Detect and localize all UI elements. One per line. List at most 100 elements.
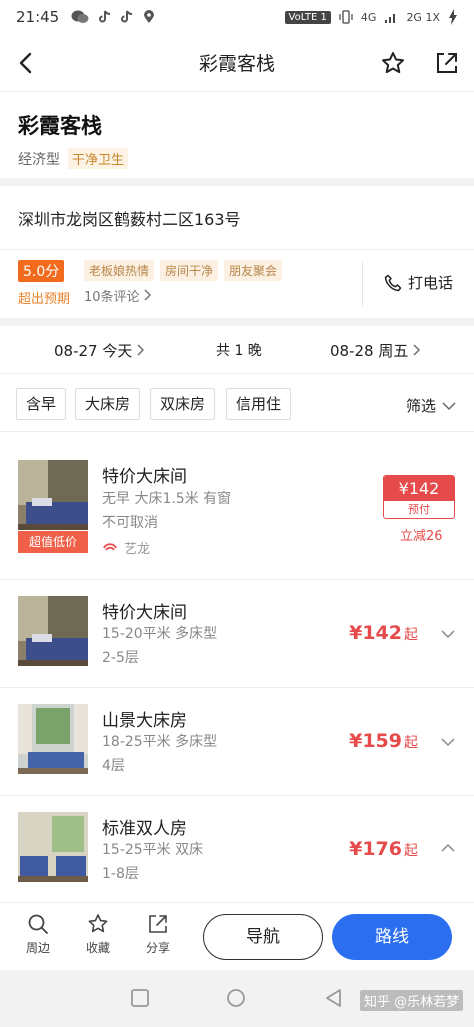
checkout-text: 08-28 周五 xyxy=(330,342,409,360)
book-button[interactable]: ¥142 预付 xyxy=(383,475,455,519)
filter-breakfast[interactable]: 含早 xyxy=(16,388,67,420)
star-icon xyxy=(382,52,404,74)
chevron-up-icon[interactable] xyxy=(440,840,456,856)
favorite-button[interactable] xyxy=(376,46,410,80)
room-thumbnail xyxy=(18,704,88,774)
share-icon xyxy=(149,915,167,933)
back-button[interactable] xyxy=(10,46,44,80)
charging-icon xyxy=(449,9,457,25)
exceed-label: 超出预期 xyxy=(18,292,71,307)
hotel-address[interactable]: 深圳市龙岗区鹤薮村二区163号 xyxy=(0,186,474,250)
navigate-button[interactable]: 导航 xyxy=(203,914,323,960)
book-label: 预付 xyxy=(408,503,430,516)
nights-count: 共 1 晚 xyxy=(216,343,262,359)
tiktok-icon-2 xyxy=(121,10,133,23)
nearby-label: 周边 xyxy=(25,941,50,955)
call-button[interactable]: 打电话 xyxy=(384,272,453,293)
favorite-label: 收藏 xyxy=(85,941,110,955)
room-policy: 不可取消 xyxy=(102,515,158,531)
supplier: 艺龙 xyxy=(102,538,150,557)
watermark: 知乎 @乐林若梦 xyxy=(360,990,464,1011)
status-bar: 21:45 VoLTE 1 4G 2G 1X xyxy=(0,0,474,34)
rating-tag: 老板娘热情 xyxy=(84,260,155,281)
route-button[interactable]: 路线 xyxy=(332,914,452,960)
room-price: ¥142 起 xyxy=(349,622,418,644)
room-price: ¥176 起 xyxy=(349,838,418,860)
price-value: ¥176 xyxy=(349,838,402,860)
filter-dropdown-label: 筛选 xyxy=(405,397,436,415)
room-details: 18-25平米 多床型 xyxy=(102,734,218,750)
location-icon xyxy=(144,10,155,23)
reviews-link[interactable]: 10条评论 xyxy=(84,286,152,305)
room-photo xyxy=(18,596,88,666)
book-price: ¥142 xyxy=(384,476,454,501)
room-item[interactable]: 山景大床房 18-25平米 多床型 4层 ¥159 起 xyxy=(0,688,474,796)
chevron-down-icon xyxy=(442,401,456,410)
price-value: ¥159 xyxy=(349,730,402,752)
share-icon xyxy=(437,53,457,73)
rating-tag: 朋友聚会 xyxy=(224,260,283,281)
wechat-icon xyxy=(71,10,89,23)
volte-badge: VoLTE 1 xyxy=(284,10,331,24)
room-name: 特价大床间 xyxy=(102,603,187,623)
room-photo xyxy=(18,704,88,774)
room-photo xyxy=(18,460,88,530)
room-floors: 1-8层 xyxy=(102,866,139,882)
value-badge: 超值低价 xyxy=(18,531,88,553)
discount-label: 立减26 xyxy=(400,529,443,544)
price-suffix: 起 xyxy=(404,735,418,751)
section-divider xyxy=(0,178,474,186)
section-divider xyxy=(0,318,474,326)
room-thumbnail xyxy=(18,460,88,530)
vibrate-icon xyxy=(339,10,353,24)
favorite-bottom-button[interactable]: 收藏 xyxy=(78,913,118,956)
hotel-subinfo: 经济型 干净卫生 xyxy=(18,148,456,169)
score-badge: 5.0分 xyxy=(18,260,65,282)
room-name: 标准双人房 xyxy=(102,819,187,839)
filter-dropdown[interactable]: 筛选 xyxy=(406,395,456,416)
checkin-text: 08-27 今天 xyxy=(54,342,133,360)
rating-row: 5.0分 老板娘热情 房间干净 朋友聚会 超出预期 10条评论 打电话 xyxy=(0,250,474,318)
room-price: ¥159 起 xyxy=(349,730,418,752)
share-bottom-button[interactable]: 分享 xyxy=(138,913,178,956)
checkin-date[interactable]: 08-27 今天 xyxy=(54,340,145,361)
room-item[interactable]: 特价大床间 15-20平米 多床型 2-5层 ¥142 起 xyxy=(0,580,474,688)
top-nav-bar: 彩霞客栈 xyxy=(0,34,474,92)
search-icon xyxy=(28,914,48,934)
network-2g: 2G 1X xyxy=(406,10,440,24)
price-suffix: 起 xyxy=(404,843,418,859)
hotel-tag: 干净卫生 xyxy=(68,148,129,169)
hotel-header: 彩霞客栈 经济型 干净卫生 xyxy=(0,92,474,178)
recents-icon[interactable] xyxy=(130,988,150,1008)
tiktok-icon xyxy=(99,10,111,23)
price-value: ¥142 xyxy=(349,622,402,644)
vertical-divider xyxy=(362,262,363,306)
home-icon[interactable] xyxy=(226,988,246,1008)
nearby-button[interactable]: 周边 xyxy=(18,913,58,956)
room-item[interactable]: 标准双人房 15-25平米 双床 1-8层 ¥176 起 xyxy=(0,796,474,902)
system-nav-bar: 知乎 @乐林若梦 xyxy=(0,970,474,1027)
filter-credit-stay[interactable]: 信用住 xyxy=(226,388,292,420)
status-time: 21:45 xyxy=(16,8,60,26)
elong-logo-icon xyxy=(103,542,117,551)
filter-king-bed[interactable]: 大床房 xyxy=(75,388,141,420)
status-app-icons xyxy=(71,10,155,24)
chevron-down-icon[interactable] xyxy=(440,626,456,642)
chevron-right-icon xyxy=(413,344,421,356)
status-right: VoLTE 1 4G 2G 1X xyxy=(284,9,458,25)
room-details: 15-20平米 多床型 xyxy=(102,626,218,642)
chevron-right-icon xyxy=(137,344,145,356)
room-thumbnail xyxy=(18,812,88,882)
back-nav-icon[interactable] xyxy=(324,988,344,1008)
filter-twin-bed[interactable]: 双床房 xyxy=(150,388,216,420)
date-selector: 08-27 今天 共 1 晚 08-28 周五 xyxy=(0,326,474,374)
room-name: 山景大床房 xyxy=(102,711,187,731)
room-name: 特价大床间 xyxy=(102,467,187,487)
checkout-date[interactable]: 08-28 周五 xyxy=(330,340,421,361)
address-text: 深圳市龙岗区鹤薮村二区163号 xyxy=(18,210,241,229)
share-top-button[interactable] xyxy=(430,46,464,80)
room-details: 15-25平米 双床 xyxy=(102,842,204,858)
price-suffix: 起 xyxy=(404,627,418,643)
rating-tag: 房间干净 xyxy=(160,260,219,281)
chevron-down-icon[interactable] xyxy=(440,734,456,750)
